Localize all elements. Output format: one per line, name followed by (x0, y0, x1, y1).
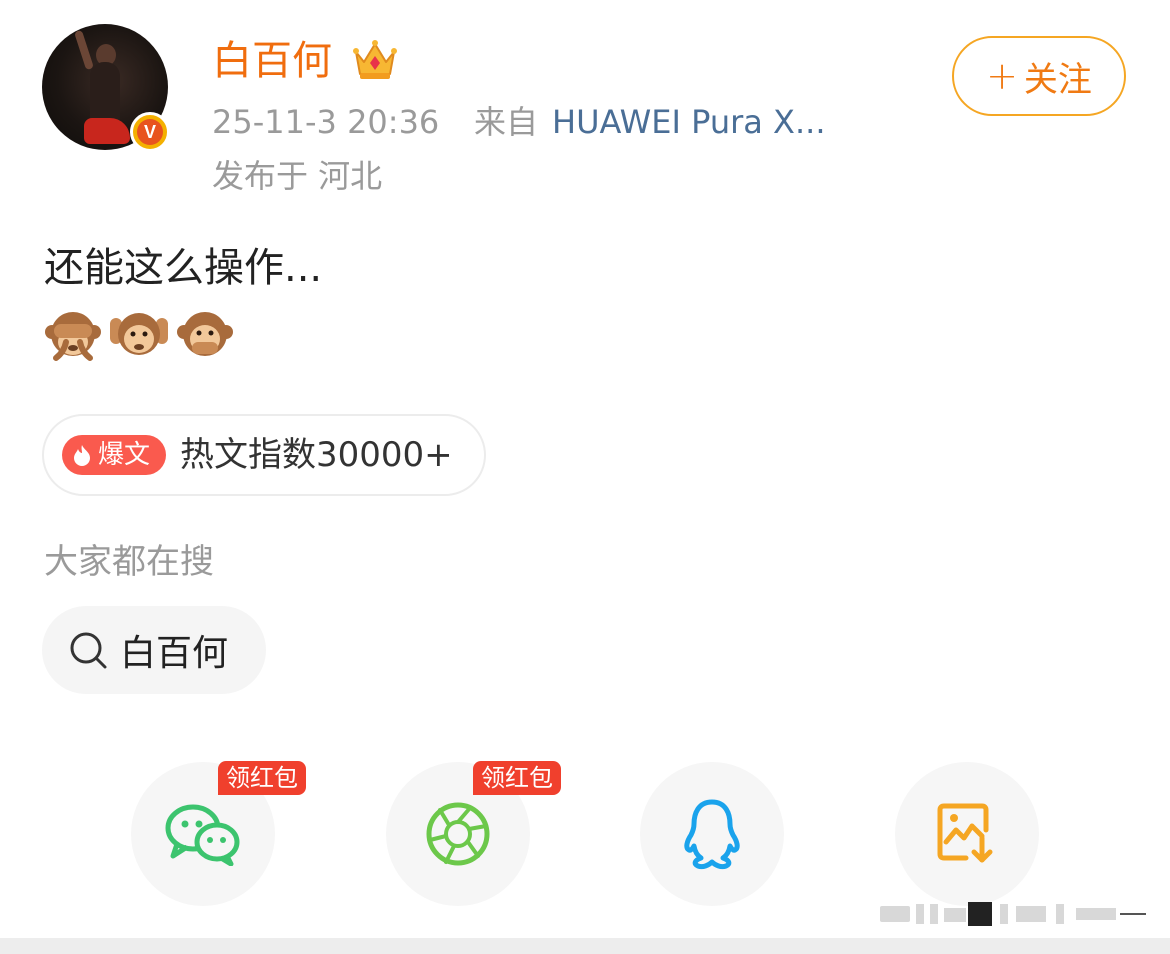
search-icon (70, 632, 107, 669)
share-qq-button[interactable] (640, 762, 784, 906)
username[interactable]: 白百何 (212, 36, 332, 86)
qq-icon (684, 799, 740, 870)
see-no-evil-monkey-icon (45, 312, 101, 361)
trending-search-heading: 大家都在搜 (44, 542, 214, 582)
hot-tag: 爆文 (62, 435, 166, 475)
post-location: 发布于 河北 (212, 157, 383, 195)
from-label: 来自 (474, 103, 539, 141)
speak-no-evil-monkey-icon (177, 312, 233, 356)
red-packet-badge: 领红包 (473, 761, 561, 795)
hot-tag-label: 爆文 (98, 440, 151, 470)
emoji-row (44, 306, 234, 366)
hot-index-text: 热文指数30000+ (180, 435, 453, 475)
plus-icon: + (986, 54, 1018, 98)
bottom-bar (0, 938, 1170, 954)
follow-button[interactable]: + 关注 (952, 36, 1126, 116)
crown-icon (353, 40, 397, 79)
verified-badge-icon: V (130, 112, 170, 152)
save-image-icon (937, 803, 993, 863)
search-chip-label: 白百何 (120, 633, 229, 674)
moments-icon (426, 802, 490, 866)
flame-icon (74, 445, 90, 466)
watermark-strip (880, 902, 1146, 926)
wechat-icon (165, 804, 240, 866)
save-image-button[interactable] (895, 762, 1039, 906)
follow-label: 关注 (1023, 59, 1092, 100)
search-chip[interactable]: 白百何 (42, 606, 266, 694)
device-link[interactable]: HUAWEI Pura X... (552, 102, 825, 142)
post-text: 还能这么操作... (44, 245, 323, 291)
post-time: 25-11-3 20:36 (212, 103, 440, 141)
hear-no-evil-monkey-icon (110, 313, 168, 355)
red-packet-badge: 领红包 (218, 761, 306, 795)
